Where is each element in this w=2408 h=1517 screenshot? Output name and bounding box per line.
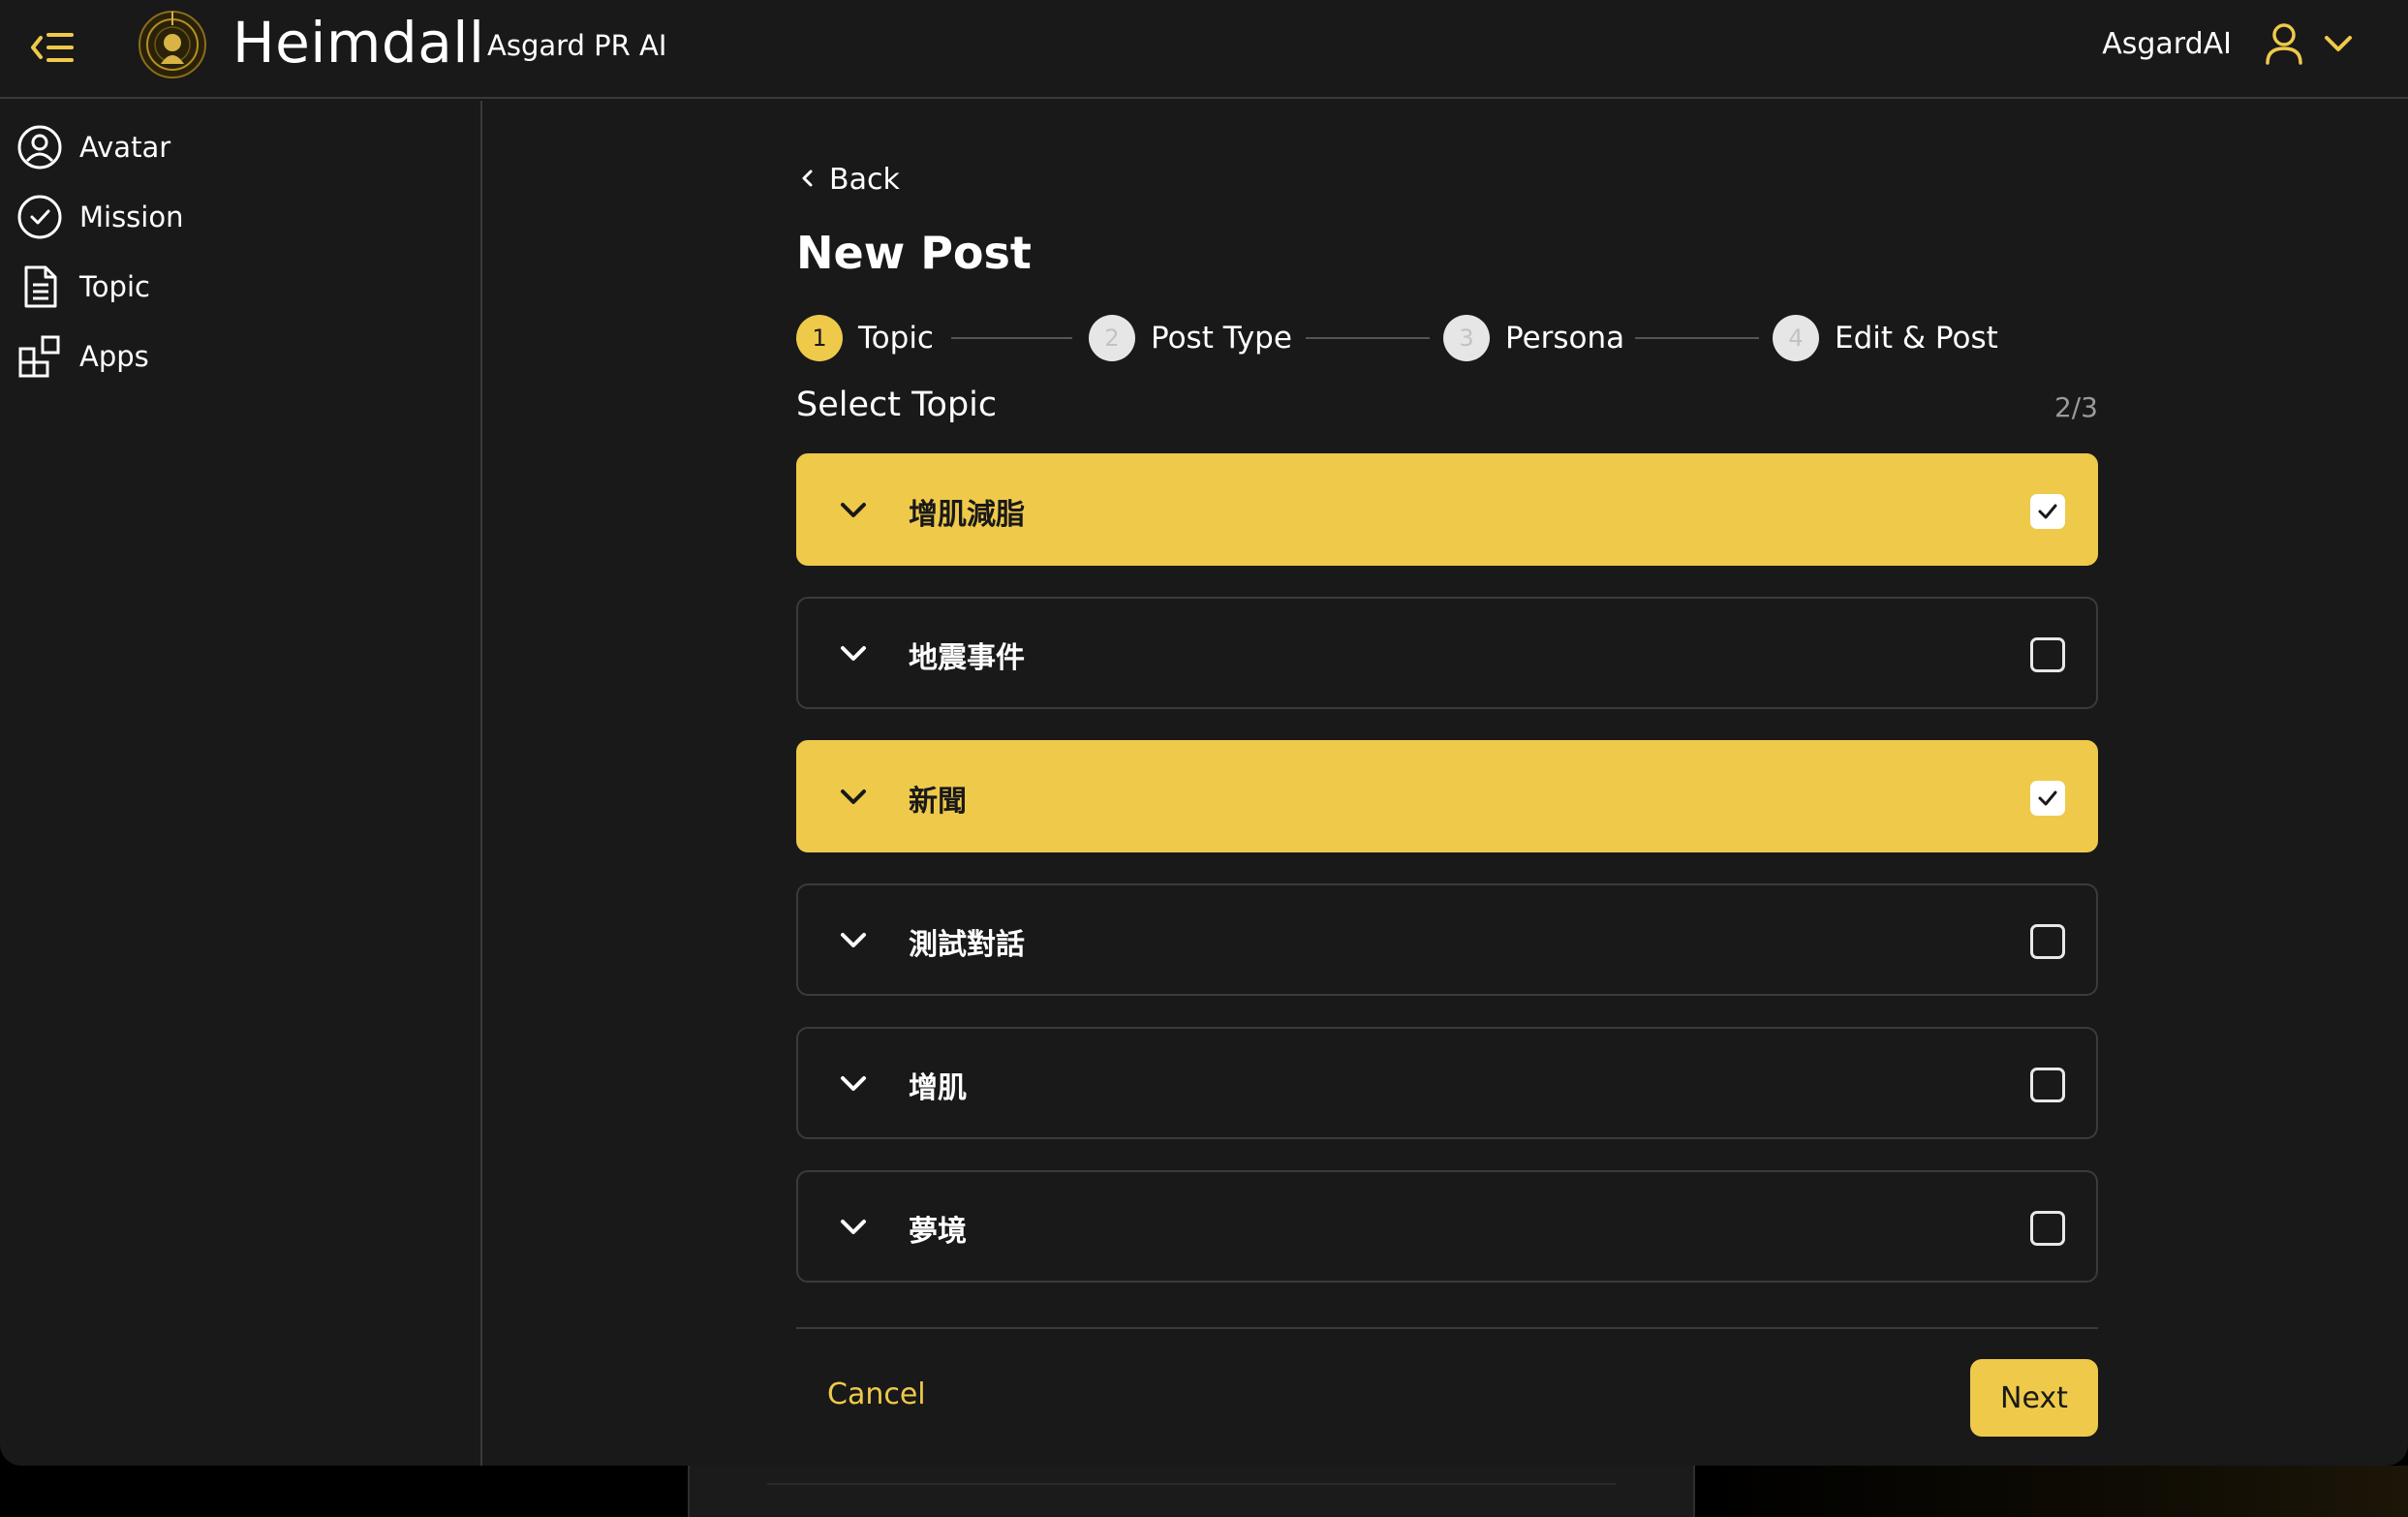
topic-item[interactable]: 夢境 xyxy=(796,1170,2098,1283)
page-title: New Post xyxy=(796,227,1032,279)
topic-name: 地震事件 xyxy=(909,641,1025,675)
topic-checkbox[interactable] xyxy=(2030,1211,2065,1246)
sidebar-item-label: Mission xyxy=(79,201,184,233)
topic-name: 夢境 xyxy=(909,1215,967,1249)
topic-name: 增肌減脂 xyxy=(909,498,1025,532)
step-number: 2 xyxy=(1089,315,1135,361)
step-number: 1 xyxy=(796,315,843,361)
topic-item[interactable]: 增肌 xyxy=(796,1027,2098,1139)
sidebar-item-apps[interactable]: Apps xyxy=(15,329,461,384)
back-label: Back xyxy=(829,163,900,197)
user-name[interactable]: AsgardAI xyxy=(2102,27,2232,61)
check-circle-icon xyxy=(15,193,64,241)
sidebar-item-label: Apps xyxy=(79,340,149,373)
topic-name: 新聞 xyxy=(909,785,967,819)
background-panel-line xyxy=(767,1483,1616,1485)
next-button[interactable]: Next xyxy=(1970,1359,2098,1437)
step-persona[interactable]: 3 Persona xyxy=(1443,312,1624,364)
topic-checkbox[interactable] xyxy=(2030,924,2065,959)
topic-name: 增肌 xyxy=(909,1071,967,1105)
background-glow xyxy=(1705,1466,2408,1517)
sidebar-item-topic[interactable]: Topic xyxy=(15,260,461,314)
topic-checkbox[interactable] xyxy=(2030,781,2065,816)
chevron-down-icon[interactable] xyxy=(2321,29,2356,58)
chevron-down-icon[interactable] xyxy=(835,1066,872,1102)
chevron-down-icon[interactable] xyxy=(835,922,872,959)
section-title: Select Topic xyxy=(796,386,998,424)
back-button[interactable]: Back xyxy=(798,163,900,197)
step-edit-post[interactable]: 4 Edit & Post xyxy=(1773,312,1998,364)
heimdall-logo xyxy=(136,8,209,81)
step-post-type[interactable]: 2 Post Type xyxy=(1089,312,1292,364)
chevron-down-icon[interactable] xyxy=(835,1209,872,1246)
main-content: Back New Post 1 Topic 2 Post Type 3 Pers… xyxy=(484,101,2408,1466)
topic-item[interactable]: 新聞 xyxy=(796,740,2098,852)
topic-checkbox[interactable] xyxy=(2030,494,2065,529)
brand-name: Heimdall xyxy=(232,10,485,76)
chevron-down-icon[interactable] xyxy=(835,779,872,816)
step-label: Edit & Post xyxy=(1835,321,1998,356)
topic-checkbox[interactable] xyxy=(2030,637,2065,672)
step-label: Post Type xyxy=(1151,321,1292,356)
step-label: Persona xyxy=(1505,321,1625,356)
cancel-button[interactable]: Cancel xyxy=(827,1378,926,1411)
step-topic[interactable]: 1 Topic xyxy=(796,312,934,364)
step-number: 3 xyxy=(1443,315,1490,361)
menu-collapse-icon[interactable] xyxy=(29,25,77,70)
sidebar: Avatar Mission Topic Apps xyxy=(0,101,482,1466)
step-label: Topic xyxy=(858,321,934,356)
topic-item[interactable]: 測試對話 xyxy=(796,883,2098,996)
sidebar-item-mission[interactable]: Mission xyxy=(15,190,461,244)
app-window: Heimdall Asgard PR AI AsgardAI Avatar Mi… xyxy=(0,0,2408,1466)
sidebar-item-label: Avatar xyxy=(79,131,171,164)
step-connector xyxy=(1306,337,1430,339)
chevron-left-icon xyxy=(798,166,818,195)
chevron-down-icon[interactable] xyxy=(835,492,872,529)
topic-name: 測試對話 xyxy=(909,928,1025,962)
topic-item[interactable]: 增肌減脂 xyxy=(796,453,2098,566)
brand-subtitle: Asgard PR AI xyxy=(487,29,667,62)
selection-counter: 2/3 xyxy=(2053,391,2098,423)
step-number: 4 xyxy=(1773,315,1819,361)
topic-checkbox[interactable] xyxy=(2030,1068,2065,1102)
footer-divider xyxy=(796,1327,2098,1329)
topic-item[interactable]: 地震事件 xyxy=(796,597,2098,709)
user-icon[interactable] xyxy=(2263,21,2305,66)
chevron-down-icon[interactable] xyxy=(835,635,872,672)
user-circle-icon xyxy=(15,123,64,171)
document-icon xyxy=(15,263,64,311)
sidebar-item-avatar[interactable]: Avatar xyxy=(15,120,461,174)
stepper: 1 Topic 2 Post Type 3 Persona 4 Edit & P… xyxy=(796,312,2098,364)
apps-icon xyxy=(15,332,64,381)
step-connector xyxy=(951,337,1072,339)
background-panel xyxy=(688,1466,1695,1517)
step-connector xyxy=(1635,337,1759,339)
sidebar-item-label: Topic xyxy=(79,270,150,303)
top-header: Heimdall Asgard PR AI AsgardAI xyxy=(0,0,2408,99)
